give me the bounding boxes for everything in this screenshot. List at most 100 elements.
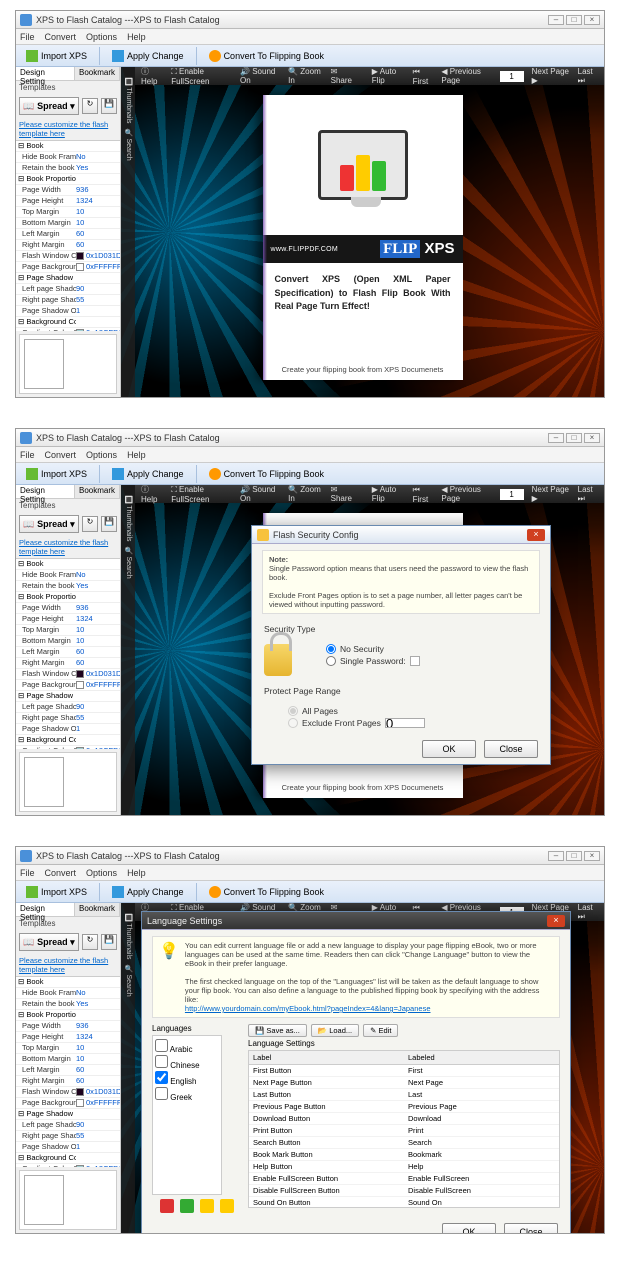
prop-group[interactable]: ⊟ Book bbox=[16, 977, 76, 987]
radio-all-pages[interactable]: All Pages bbox=[288, 706, 538, 716]
help-button[interactable]: ⓘ Help bbox=[141, 485, 163, 504]
prop-row[interactable]: Page Background Color0xFFFFFF bbox=[16, 680, 120, 691]
prop-group[interactable]: ⊟ Book Proportions bbox=[16, 592, 76, 602]
apply-change-button[interactable]: Apply Change bbox=[106, 884, 190, 900]
lang-row[interactable]: Search ButtonSearch bbox=[249, 1137, 559, 1149]
customize-link[interactable]: Please customize the flash template here bbox=[16, 118, 120, 140]
lang-row[interactable]: Last ButtonLast bbox=[249, 1089, 559, 1101]
prop-row[interactable]: Hide Book Frame BarNo bbox=[16, 570, 120, 581]
sound-button[interactable]: 🔊 Sound On bbox=[240, 67, 280, 85]
template-refresh-button[interactable]: ↻ bbox=[82, 516, 98, 532]
prop-group[interactable]: ⊟ Background Config bbox=[16, 317, 76, 327]
template-save-button[interactable]: 💾 bbox=[101, 98, 117, 114]
prop-group[interactable]: ⊟ Background Config bbox=[16, 1153, 76, 1163]
share-button[interactable]: ✉ Share bbox=[331, 485, 356, 503]
prop-group[interactable]: ⊟ Book bbox=[16, 559, 76, 569]
search-tab[interactable]: 🔍 Search bbox=[124, 546, 132, 579]
autoflip-button[interactable]: ▶ Auto Flip bbox=[372, 67, 405, 85]
prop-group[interactable]: ⊟ Background Config bbox=[16, 735, 76, 745]
lang-option-greek[interactable]: Greek bbox=[155, 1087, 219, 1102]
thumbnails-tab[interactable]: 🔳 Thumbnails bbox=[124, 913, 132, 960]
menu-file[interactable]: File bbox=[20, 868, 35, 878]
example-url-link[interactable]: http://www.yourdomain.com/myEbook.html?p… bbox=[185, 1004, 431, 1013]
page-input[interactable] bbox=[500, 489, 524, 500]
prop-row[interactable]: Page Height1324 bbox=[16, 1032, 120, 1043]
prop-row[interactable]: Retain the book to centerYes bbox=[16, 581, 120, 592]
prop-row[interactable]: Page Height1324 bbox=[16, 196, 120, 207]
close-button-dialog[interactable]: Close bbox=[504, 1223, 558, 1233]
sound-button[interactable]: 🔊 Sound On bbox=[240, 485, 280, 503]
convert-button[interactable]: Convert To Flipping Book bbox=[203, 466, 330, 482]
prop-row[interactable]: Page Height1324 bbox=[16, 614, 120, 625]
lang-row[interactable]: Previous Page ButtonPrevious Page bbox=[249, 1101, 559, 1113]
apply-change-button[interactable]: Apply Change bbox=[106, 466, 190, 482]
fullscreen-button[interactable]: ⛶ Enable FullScreen bbox=[171, 485, 232, 504]
template-save-button[interactable]: 💾 bbox=[101, 516, 117, 532]
dialog-close-button[interactable]: × bbox=[547, 915, 565, 927]
prop-row[interactable]: Hide Book Frame BarNo bbox=[16, 988, 120, 999]
minimize-button[interactable]: – bbox=[548, 433, 564, 443]
prop-row[interactable]: Right Margin60 bbox=[16, 240, 120, 251]
first-button[interactable]: ⏮ First bbox=[413, 485, 434, 504]
prop-row[interactable]: Gradient Color A0xA3CFD1 bbox=[16, 328, 120, 331]
thumbnails-tab[interactable]: 🔳 Thumbnails bbox=[124, 495, 132, 542]
radio-exclude-front[interactable]: Exclude Front Pages bbox=[288, 718, 538, 728]
search-tab[interactable]: 🔍 Search bbox=[124, 964, 132, 997]
prop-row[interactable]: Left Margin60 bbox=[16, 647, 120, 658]
close-button[interactable]: × bbox=[584, 15, 600, 25]
autoflip-button[interactable]: ▶ Auto Flip bbox=[372, 485, 405, 503]
prop-row[interactable]: Top Margin10 bbox=[16, 625, 120, 636]
tab-design-setting[interactable]: Design Setting bbox=[16, 485, 75, 498]
lang-option-english[interactable]: English bbox=[155, 1071, 219, 1086]
maximize-button[interactable]: □ bbox=[566, 15, 582, 25]
prop-group[interactable]: ⊟ Book bbox=[16, 141, 76, 151]
prop-row[interactable]: Bottom Margin10 bbox=[16, 636, 120, 647]
prop-row[interactable]: Page Width936 bbox=[16, 185, 120, 196]
template-spread-button[interactable]: 📖 Spread ▾ bbox=[19, 97, 79, 115]
delete-lang-button[interactable] bbox=[160, 1199, 174, 1213]
maximize-button[interactable]: □ bbox=[566, 433, 582, 443]
zoom-button[interactable]: 🔍 Zoom In bbox=[288, 67, 323, 85]
prop-row[interactable]: Right Margin60 bbox=[16, 1076, 120, 1087]
lang-row[interactable]: Print ButtonPrint bbox=[249, 1125, 559, 1137]
prop-row[interactable]: Top Margin10 bbox=[16, 1043, 120, 1054]
prop-row[interactable]: Retain the book to centerYes bbox=[16, 163, 120, 174]
lang-row[interactable]: Book Mark ButtonBookmark bbox=[249, 1149, 559, 1161]
lang-row[interactable]: Help ButtonHelp bbox=[249, 1161, 559, 1173]
close-button-dialog[interactable]: Close bbox=[484, 740, 538, 758]
template-spread-button[interactable]: 📖 Spread ▾ bbox=[19, 515, 79, 533]
prev-button[interactable]: ◀ Previous Page bbox=[441, 67, 491, 85]
last-button[interactable]: Last ⏭ bbox=[578, 903, 598, 922]
radio-no-security[interactable]: No Security bbox=[326, 644, 538, 654]
share-button[interactable]: ✉ Share bbox=[331, 67, 356, 85]
template-refresh-button[interactable]: ↻ bbox=[82, 934, 98, 950]
prop-row[interactable]: Right page Shadow55 bbox=[16, 1131, 120, 1142]
prop-row[interactable]: Top Margin10 bbox=[16, 207, 120, 218]
last-button[interactable]: Last ⏭ bbox=[578, 67, 598, 86]
prop-row[interactable]: Left page Shadow90 bbox=[16, 1120, 120, 1131]
prop-row[interactable]: Retain the book to centerYes bbox=[16, 999, 120, 1010]
thumbnails-tab[interactable]: 🔳 Thumbnails bbox=[124, 77, 132, 124]
fullscreen-button[interactable]: ⛶ Enable FullScreen bbox=[171, 67, 232, 86]
import-xps-button[interactable]: Import XPS bbox=[20, 48, 93, 64]
prop-row[interactable]: Page Background Color0xFFFFFF bbox=[16, 1098, 120, 1109]
minimize-button[interactable]: – bbox=[548, 851, 564, 861]
next-button[interactable]: Next Page ▶ bbox=[532, 485, 570, 503]
prop-row[interactable]: Page Width936 bbox=[16, 603, 120, 614]
lang-row[interactable]: Enable FullScreen ButtonEnable FullScree… bbox=[249, 1173, 559, 1185]
prop-group[interactable]: ⊟ Page Shadow bbox=[16, 273, 76, 283]
exclude-pages-input[interactable] bbox=[385, 718, 425, 728]
lang-option-arabic[interactable]: Arabic bbox=[155, 1039, 219, 1054]
property-list[interactable]: ⊟ BookHide Book Frame BarNoRetain the bo… bbox=[16, 976, 120, 1167]
save-as-button[interactable]: 💾 Save as... bbox=[248, 1024, 307, 1037]
language-table[interactable]: LabelLabeled First ButtonFirstNext Page … bbox=[248, 1050, 560, 1208]
prop-row[interactable]: Flash Window Color0x1D031D bbox=[16, 1087, 120, 1098]
import-xps-button[interactable]: Import XPS bbox=[20, 884, 93, 900]
prop-group[interactable]: ⊟ Book Proportions bbox=[16, 174, 76, 184]
prop-row[interactable]: Hide Book Frame BarNo bbox=[16, 152, 120, 163]
tab-design-setting[interactable]: Design Setting bbox=[16, 67, 75, 80]
template-spread-button[interactable]: 📖 Spread ▾ bbox=[19, 933, 79, 951]
menu-file[interactable]: File bbox=[20, 450, 35, 460]
last-button[interactable]: Last ⏭ bbox=[578, 485, 598, 504]
prev-button[interactable]: ◀ Previous Page bbox=[441, 485, 491, 503]
